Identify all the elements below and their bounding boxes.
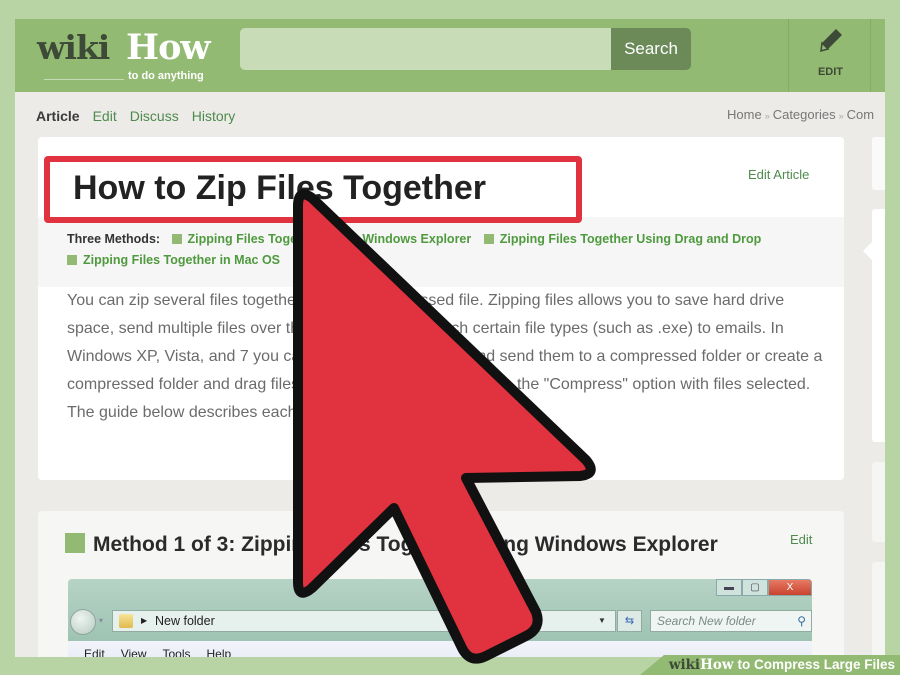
search-input[interactable] xyxy=(240,28,612,70)
sidebar-box xyxy=(872,562,885,657)
method-1-card: Method 1 of 3: Zipping Files Together Us… xyxy=(38,511,844,657)
methods-label: Three Methods: xyxy=(67,232,161,246)
method-edit-link[interactable]: Edit xyxy=(790,532,812,547)
method-1-heading-text: Method 1 of 3: Zipping Files Together Us… xyxy=(93,533,718,556)
tab-history[interactable]: History xyxy=(192,108,236,124)
method-link-text: Zipping Files Together Using Windows Exp… xyxy=(187,232,472,246)
close-button[interactable]: X xyxy=(768,579,812,596)
methods-list: Three Methods: Zipping Files Together Us… xyxy=(67,229,827,271)
wikihow-page: wiki How to do anything Search EDIT Arti… xyxy=(15,19,885,657)
windows-explorer-screenshot: ▬ ▢ X ▾ ▶ New folder ▼ ⇆ Search New fold… xyxy=(68,579,812,657)
green-square-icon xyxy=(67,255,77,265)
method-link-3[interactable]: Zipping Files Together in Mac OS xyxy=(67,253,280,267)
method-link-text: Zipping Files Together in Mac OS xyxy=(83,253,281,267)
breadcrumb-separator: » xyxy=(764,111,770,121)
title-highlight-box: How to Zip Files Together xyxy=(44,156,582,223)
logo-how: How xyxy=(126,27,211,68)
maximize-button[interactable]: ▢ xyxy=(742,579,768,596)
tab-article[interactable]: Article xyxy=(36,108,80,124)
folder-search-placeholder: Search New folder xyxy=(657,614,756,628)
tab-discuss[interactable]: Discuss xyxy=(130,108,179,124)
folder-search-input[interactable]: Search New folder ⚲ xyxy=(650,610,812,632)
folder-icon xyxy=(119,614,133,628)
search-icon: ⚲ xyxy=(797,614,806,628)
page-title: How to Zip Files Together xyxy=(73,169,487,207)
sidebar-pointer xyxy=(863,242,872,260)
breadcrumb-home[interactable]: Home xyxy=(727,107,762,122)
edit-tab-label: EDIT xyxy=(817,66,844,78)
breadcrumb: Home» Categories» Com xyxy=(727,107,874,122)
footer-banner: wikiHow to Compress Large Files xyxy=(640,655,900,675)
method-link-1[interactable]: Zipping Files Together Using Windows Exp… xyxy=(171,232,472,246)
breadcrumb-categories[interactable]: Categories xyxy=(773,107,836,122)
address-bar[interactable]: ▶ New folder xyxy=(112,610,616,632)
breadcrumb-arrow-icon: ▶ xyxy=(141,616,148,625)
method-link-2[interactable]: Zipping Files Together Using Drag and Dr… xyxy=(483,232,762,246)
history-dropdown-icon[interactable]: ▾ xyxy=(99,616,103,625)
edit-tab[interactable]: EDIT xyxy=(788,19,871,92)
banner-how: How xyxy=(700,657,734,673)
article-intro-card: How to Zip Files Together Edit Article T… xyxy=(38,137,844,480)
method-link-text: Zipping Files Together Using Drag and Dr… xyxy=(499,232,762,246)
green-square-icon xyxy=(65,533,85,553)
green-square-icon xyxy=(483,234,494,244)
edit-article-link[interactable]: Edit Article xyxy=(748,167,809,182)
menu-help[interactable]: Help xyxy=(207,647,232,657)
minimize-button[interactable]: ▬ xyxy=(716,579,742,596)
refresh-button[interactable]: ⇆ xyxy=(617,610,642,632)
logo-tagline: to do anything xyxy=(128,70,204,82)
tab-edit[interactable]: Edit xyxy=(93,108,117,124)
sidebar-box xyxy=(872,462,885,542)
logo-underline xyxy=(44,79,124,80)
sidebar-box xyxy=(872,137,885,190)
window-controls: ▬ ▢ X xyxy=(716,579,812,596)
logo-wiki: wiki xyxy=(37,28,110,67)
address-dropdown-icon[interactable]: ▼ xyxy=(598,616,606,625)
site-header: wiki How to do anything Search EDIT xyxy=(15,19,885,92)
breadcrumb-separator: » xyxy=(838,111,844,121)
banner-text: to Compress Large Files xyxy=(737,657,895,672)
explorer-menubar: Edit View Tools Help xyxy=(68,641,812,657)
intro-paragraph: You can zip several files together into … xyxy=(67,292,823,421)
breadcrumb-category[interactable]: Com xyxy=(847,107,874,122)
banner-wiki: wiki xyxy=(668,657,701,673)
menu-tools[interactable]: Tools xyxy=(162,647,190,657)
back-button[interactable] xyxy=(70,609,96,635)
address-text: New folder xyxy=(155,614,215,628)
search-button[interactable]: Search xyxy=(611,28,691,70)
pencil-icon xyxy=(820,29,842,53)
menu-view[interactable]: View xyxy=(121,647,147,657)
menu-edit[interactable]: Edit xyxy=(84,647,105,657)
article-tabs: Article Edit Discuss History xyxy=(36,108,235,124)
method-1-heading: Method 1 of 3: Zipping Files Together Us… xyxy=(65,533,718,557)
green-square-icon xyxy=(171,234,182,244)
sidebar-box xyxy=(872,209,885,442)
